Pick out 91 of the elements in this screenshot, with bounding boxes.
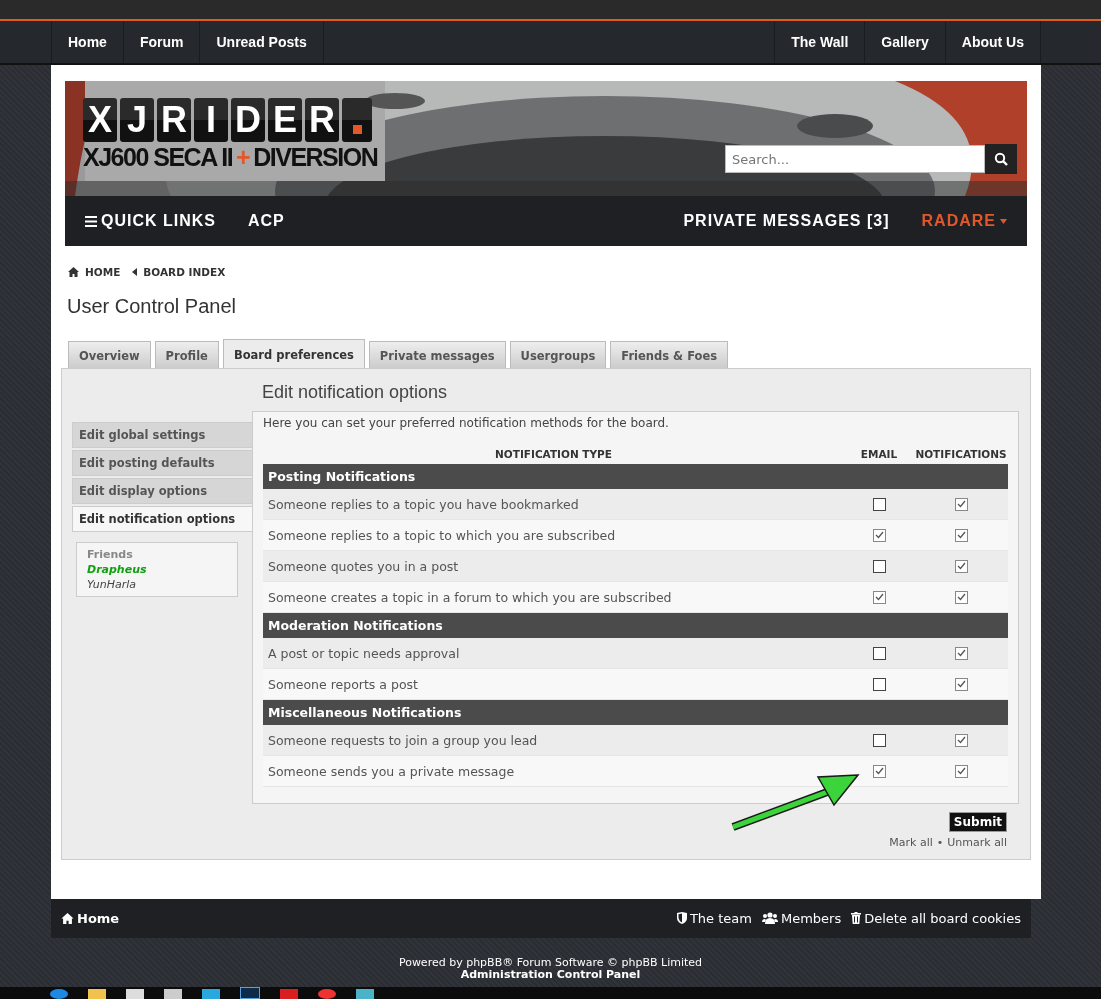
- people-icon: [761, 912, 778, 924]
- breadcrumb-link[interactable]: HOME: [85, 266, 121, 278]
- page-title: User Control Panel: [67, 295, 237, 318]
- table-cell-text: Someone quotes you in a post: [267, 558, 460, 574]
- caret-icon: [1000, 218, 1007, 224]
- checkbox[interactable]: [872, 646, 886, 660]
- checkbox[interactable]: [872, 677, 886, 691]
- home-icon: [68, 267, 79, 277]
- tab[interactable]: Profile: [154, 341, 219, 368]
- acp-link[interactable]: ACP: [248, 212, 285, 230]
- nav-link[interactable]: Home: [52, 21, 124, 63]
- checkbox[interactable]: [872, 764, 886, 778]
- search-field[interactable]: Search...: [725, 145, 985, 173]
- checkbox[interactable]: [872, 733, 886, 747]
- acp-footer-link[interactable]: Administration Control Panel: [460, 968, 641, 981]
- nav-link[interactable]: The Wall: [775, 21, 866, 63]
- private-messages-link[interactable]: PRIVATE MESSAGES [3]: [683, 212, 890, 230]
- logo-letter: R: [305, 98, 339, 142]
- user-menu[interactable]: RADARE: [921, 212, 1007, 230]
- footer-home-link[interactable]: Home: [61, 910, 120, 926]
- breadcrumb-link[interactable]: BOARD INDEX: [143, 266, 226, 278]
- logo-subtitle: DIVERSION: [253, 142, 378, 172]
- app-icon[interactable]: [318, 989, 336, 999]
- table-cell-text: A post or topic needs approval: [267, 645, 461, 661]
- table-cell-text: Someone creates a topic in a forum to which you are subscribed: [267, 589, 673, 605]
- logo-letter: X: [83, 98, 117, 142]
- checkbox[interactable]: [872, 559, 886, 573]
- menu-item[interactable]: Edit global settings: [72, 422, 252, 448]
- column-header: EMAIL: [859, 448, 899, 460]
- checkbox[interactable]: [954, 677, 968, 691]
- nav-link[interactable]: About Us: [945, 21, 1041, 63]
- checkbox[interactable]: [872, 528, 886, 542]
- column-header: NOTIFICATION TYPE: [494, 448, 613, 460]
- menu-item[interactable]: Edit display options: [72, 478, 252, 504]
- checkbox[interactable]: [954, 764, 968, 778]
- section-heading: Edit notification options: [262, 382, 449, 403]
- tab[interactable]: Overview: [68, 341, 151, 368]
- copyright-text: Powered by phpBB® Forum Software © phpBB Limited: [397, 957, 704, 969]
- group-header: Posting Notifications: [263, 464, 1008, 489]
- group-header: Moderation Notifications: [263, 613, 1008, 638]
- group-header: Miscellaneous Notifications: [263, 700, 1008, 725]
- logo-letter: J: [120, 98, 154, 142]
- column-header: NOTIFICATIONS: [914, 448, 1008, 460]
- table-cell-text: Someone reports a post: [267, 676, 419, 692]
- logo-subtitle: XJ600 SECA II: [83, 142, 233, 172]
- logo-letter: E: [268, 98, 302, 142]
- friends-title: Friends: [87, 548, 134, 561]
- table-cell-text: Someone sends you a private message: [267, 763, 516, 779]
- table-cell-text: Someone requests to join a group you lead: [267, 732, 539, 748]
- friend-link[interactable]: YunHarla: [87, 578, 227, 591]
- shield-icon: [676, 912, 687, 924]
- checkbox[interactable]: [872, 497, 886, 511]
- checkbox[interactable]: [954, 646, 968, 660]
- checkbox[interactable]: [954, 590, 968, 604]
- caret-icon: [132, 268, 138, 276]
- checkbox[interactable]: [954, 528, 968, 542]
- tab[interactable]: Private messages: [368, 341, 506, 368]
- quick-links-menu[interactable]: QUICK LINKS: [85, 212, 216, 230]
- trash-icon: [851, 912, 862, 924]
- footer-link[interactable]: Delete all board cookies: [851, 910, 1021, 926]
- search-button[interactable]: [985, 144, 1017, 174]
- app-icon[interactable]: [240, 987, 260, 999]
- intro-text: Here you can set your preferred notification methods for the board.: [263, 416, 670, 430]
- menu-icon: [85, 215, 97, 227]
- submit-button[interactable]: Submit: [948, 812, 1007, 832]
- table-cell-text: Someone replies to a topic to which you are subscribed: [267, 527, 617, 543]
- menu-item[interactable]: Edit notification options: [72, 506, 252, 532]
- checkbox[interactable]: [872, 590, 886, 604]
- menu-item[interactable]: Edit posting defaults: [72, 450, 252, 476]
- checkbox[interactable]: [954, 559, 968, 573]
- logo-letter: D: [231, 98, 265, 142]
- unmark-all-link[interactable]: Unmark all: [947, 836, 1007, 849]
- nav-link[interactable]: Unread Posts: [200, 21, 324, 63]
- logo-letter: R: [157, 98, 191, 142]
- nav-link[interactable]: Gallery: [865, 21, 946, 63]
- checkbox[interactable]: [954, 733, 968, 747]
- logo-plus: +: [236, 142, 250, 172]
- tab[interactable]: Usergroups: [509, 341, 607, 368]
- footer-link[interactable]: The team: [676, 910, 752, 926]
- nav-link[interactable]: Forum: [123, 21, 201, 63]
- checkbox[interactable]: [954, 497, 968, 511]
- tab[interactable]: Board preferences: [222, 339, 365, 369]
- search-icon: [994, 152, 1008, 166]
- separator: •: [936, 836, 944, 849]
- browser-icon[interactable]: [50, 989, 68, 999]
- home-icon: [61, 912, 74, 924]
- mark-all-link[interactable]: Mark all: [889, 836, 933, 849]
- footer-link[interactable]: Members: [761, 910, 842, 926]
- table-cell-text: Someone replies to a topic you have bookmarked: [267, 496, 580, 512]
- logo-letter: I: [194, 98, 228, 142]
- tab[interactable]: Friends & Foes: [610, 341, 729, 368]
